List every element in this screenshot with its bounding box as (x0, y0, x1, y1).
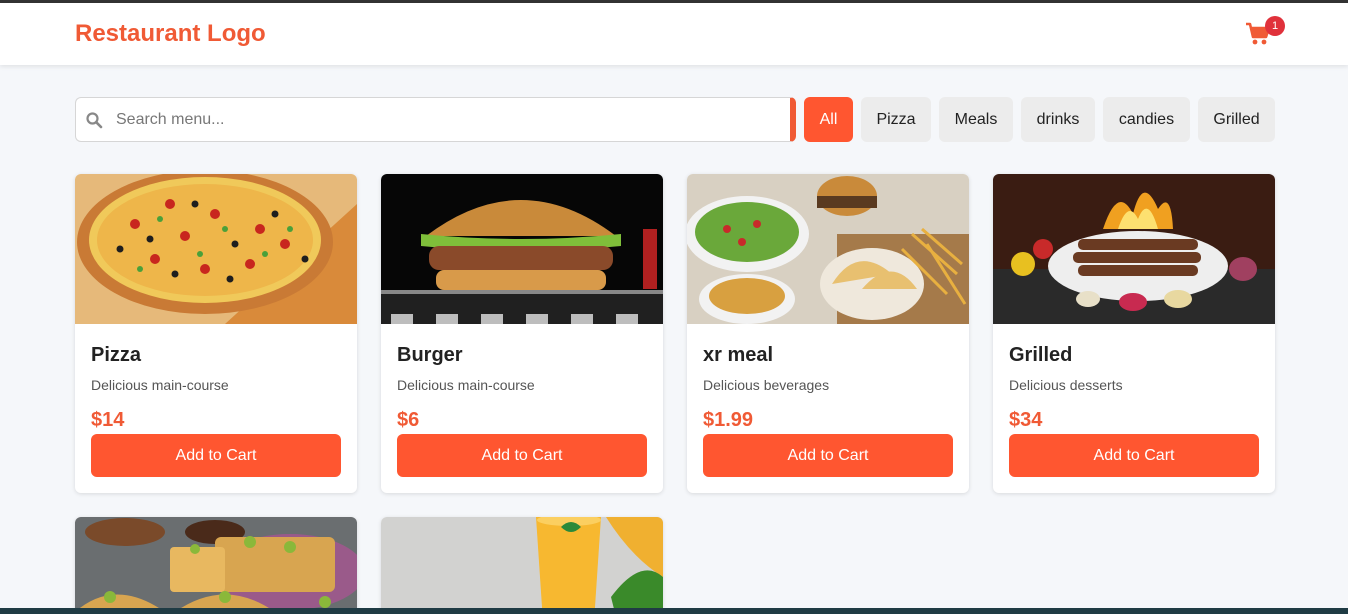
menu-card: Pizza Delicious main-course $14 Add to C… (75, 174, 357, 493)
search-box (75, 97, 796, 142)
filter-all[interactable]: All (804, 97, 853, 142)
filter-candies[interactable]: candies (1103, 97, 1190, 142)
baklava-image (75, 517, 357, 614)
item-description: Delicious main-course (397, 377, 535, 393)
filter-pizza[interactable]: Pizza (861, 97, 931, 142)
meal-platter-image (687, 174, 969, 324)
menu-card (381, 517, 663, 614)
menu-card: Burger Delicious main-course $6 Add to C… (381, 174, 663, 493)
item-name: Pizza (91, 344, 142, 366)
window-bottom-edge (0, 608, 1348, 614)
item-name: Grilled (1009, 344, 1073, 366)
pizza-image (75, 174, 357, 324)
search-icon (86, 112, 103, 129)
mango-juice-image (381, 517, 663, 614)
site-header: Restaurant Logo 1 (0, 3, 1348, 65)
grilled-meat-image (993, 174, 1275, 324)
burger-image (381, 174, 663, 324)
item-price: $6 (397, 409, 420, 431)
menu-card: Grilled Delicious desserts $34 Add to Ca… (993, 174, 1275, 493)
item-description: Delicious beverages (703, 377, 830, 393)
add-to-cart-button[interactable]: Add to Cart (397, 434, 647, 477)
menu-card: xr meal Delicious beverages $1.99 Add to… (687, 174, 969, 493)
filter-drinks[interactable]: drinks (1021, 97, 1095, 142)
item-description: Delicious desserts (1009, 377, 1123, 393)
item-price: $1.99 (703, 409, 754, 431)
restaurant-logo[interactable]: Restaurant Logo (75, 20, 266, 48)
filter-grilled[interactable]: Grilled (1198, 97, 1275, 142)
cart-count-badge: 1 (1265, 16, 1285, 36)
add-to-cart-button[interactable]: Add to Cart (91, 434, 341, 477)
filter-meals[interactable]: Meals (939, 97, 1013, 142)
item-description: Delicious main-course (91, 377, 229, 393)
item-name: Burger (397, 344, 463, 366)
item-name: xr meal (703, 344, 774, 366)
add-to-cart-button[interactable]: Add to Cart (1009, 434, 1259, 477)
item-price: $34 (1009, 409, 1043, 431)
add-to-cart-button[interactable]: Add to Cart (703, 434, 953, 477)
search-input[interactable] (116, 98, 786, 141)
item-price: $14 (91, 409, 125, 431)
menu-card (75, 517, 357, 614)
